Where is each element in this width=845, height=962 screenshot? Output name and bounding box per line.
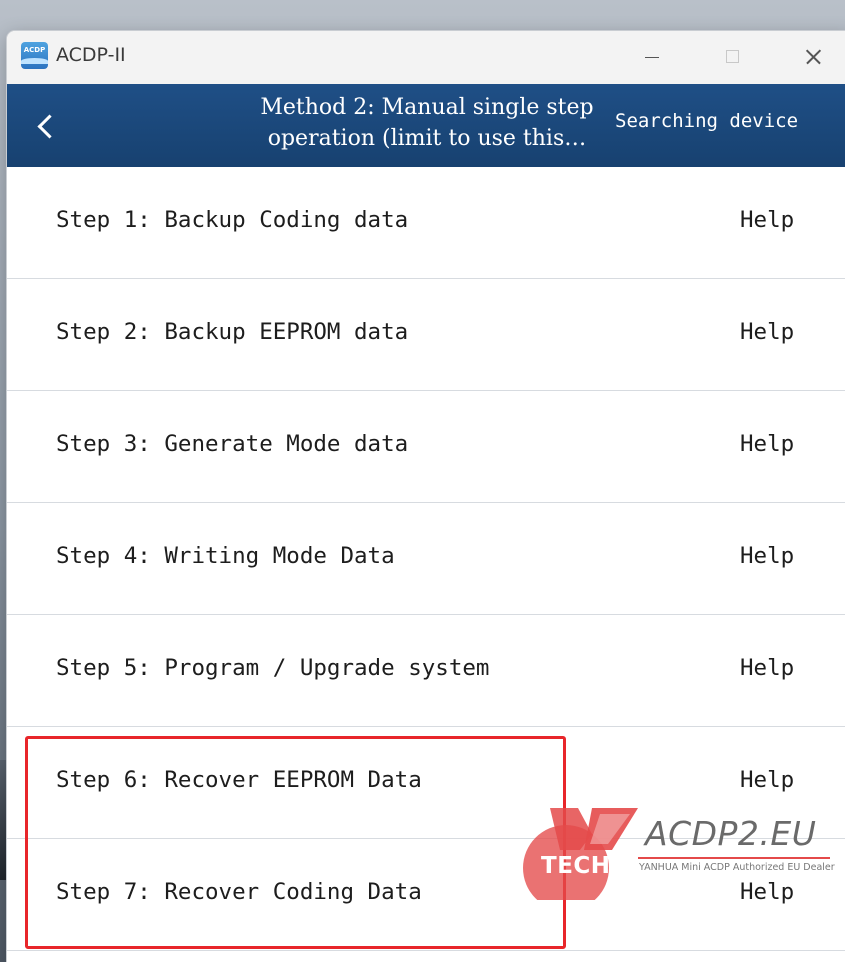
app-icon-wave <box>21 58 48 64</box>
help-link[interactable]: Help <box>740 207 794 233</box>
page-title-line-1: Method 2: Manual single step <box>260 95 594 120</box>
window-title: ACDP-II <box>56 44 126 66</box>
step-list: Step 1: Backup Coding data Help Step 2: … <box>7 167 845 951</box>
step-row-4[interactable]: Step 4: Writing Mode Data Help <box>7 503 845 615</box>
device-status: Searching device <box>615 110 799 132</box>
step-row-5[interactable]: Step 5: Program / Upgrade system Help <box>7 615 845 727</box>
close-icon[interactable] <box>789 31 835 84</box>
help-link[interactable]: Help <box>740 543 794 569</box>
step-label[interactable]: Step 1: Backup Coding data <box>56 207 408 233</box>
back-arrow-icon[interactable] <box>27 104 67 148</box>
maximize-icon[interactable] <box>709 31 755 84</box>
step-row-1[interactable]: Step 1: Backup Coding data Help <box>7 167 845 279</box>
page-header: Method 2: Manual single step operation (… <box>7 84 845 167</box>
step-label[interactable]: Step 7: Recover Coding Data <box>56 879 422 905</box>
step-row-3[interactable]: Step 3: Generate Mode data Help <box>7 391 845 503</box>
help-link[interactable]: Help <box>740 767 794 793</box>
step-label[interactable]: Step 3: Generate Mode data <box>56 431 408 457</box>
step-row-7[interactable]: Step 7: Recover Coding Data Help <box>7 839 845 951</box>
step-label[interactable]: Step 6: Recover EEPROM Data <box>56 767 422 793</box>
step-label[interactable]: Step 2: Backup EEPROM data <box>56 319 408 345</box>
step-row-6[interactable]: Step 6: Recover EEPROM Data Help <box>7 727 845 839</box>
minimize-icon[interactable] <box>629 31 675 84</box>
acdp-app-icon: ACDP <box>21 42 48 69</box>
step-row-2[interactable]: Step 2: Backup EEPROM data Help <box>7 279 845 391</box>
page-title-line-2: operation (limit to use this… <box>267 126 587 151</box>
help-link[interactable]: Help <box>740 879 794 905</box>
help-link[interactable]: Help <box>740 319 794 345</box>
step-label[interactable]: Step 4: Writing Mode Data <box>56 543 395 569</box>
app-window: ACDP ACDP-II Method 2: Manual single ste… <box>7 31 845 962</box>
help-link[interactable]: Help <box>740 431 794 457</box>
help-link[interactable]: Help <box>740 655 794 681</box>
app-icon-label: ACDP <box>23 46 46 54</box>
page-title: Method 2: Manual single step operation (… <box>237 92 617 154</box>
step-label[interactable]: Step 5: Program / Upgrade system <box>56 655 489 681</box>
title-bar[interactable]: ACDP ACDP-II <box>7 31 845 84</box>
